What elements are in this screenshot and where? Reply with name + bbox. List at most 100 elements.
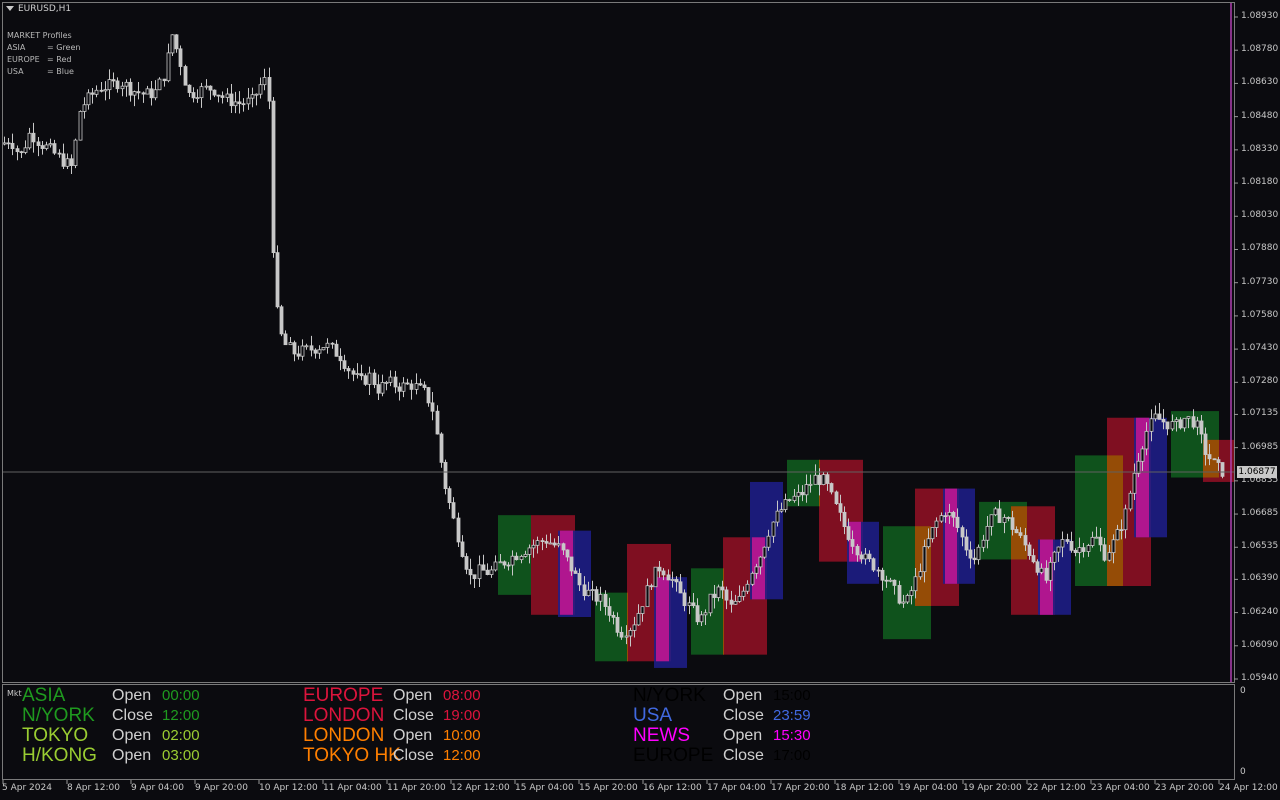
- candle-body: [183, 66, 188, 86]
- price-label: 1.08180: [1241, 177, 1279, 188]
- candle-body: [888, 579, 893, 582]
- candle-body: [1186, 416, 1191, 419]
- session-action: Open: [112, 747, 152, 764]
- candle-body: [128, 81, 133, 96]
- candle-body: [292, 342, 297, 355]
- candle-body: [313, 349, 318, 354]
- candle-body: [393, 376, 398, 388]
- session-action: Open: [393, 687, 433, 704]
- candle-body: [779, 509, 784, 512]
- candle-body: [69, 158, 74, 166]
- candle-body: [884, 579, 889, 582]
- time-label: 19 Apr 04:00: [899, 783, 958, 793]
- london-overlap-box: [723, 568, 724, 655]
- session-row: N/YORK Open 15:00: [633, 686, 833, 706]
- candle-body: [426, 387, 431, 404]
- session-time: 10:00: [443, 727, 481, 744]
- candle-body: [771, 521, 776, 537]
- candle-body: [792, 495, 797, 501]
- candle-body: [65, 158, 70, 167]
- candle-body: [981, 539, 986, 548]
- candle-body: [565, 549, 570, 558]
- session-name: H/KONG: [22, 745, 97, 766]
- candle-body: [275, 252, 280, 308]
- time-label: 5 Apr 2024: [2, 783, 52, 793]
- session-name: LONDON: [303, 705, 385, 726]
- session-time: 00:00: [162, 687, 200, 704]
- candle-body: [821, 474, 826, 485]
- indicator-scale-bottom: 0: [1240, 767, 1246, 777]
- candle-body: [636, 613, 641, 626]
- candle-body: [103, 89, 108, 92]
- candle-body: [1069, 541, 1074, 551]
- session-row: ASIA Open 00:00: [22, 686, 222, 706]
- candle-body: [162, 78, 167, 82]
- price-label: 1.06685: [1241, 508, 1279, 519]
- session-name: TOKYO: [22, 725, 89, 746]
- candle-body: [850, 539, 855, 547]
- london-overlap-box: [1107, 455, 1123, 587]
- candle-body: [82, 104, 87, 112]
- candle-body: [376, 384, 381, 394]
- candle-body: [922, 546, 927, 573]
- candle-body: [52, 143, 57, 154]
- symbol-label: EURUSD,H1: [18, 4, 72, 14]
- candle-body: [892, 579, 897, 586]
- candle-body: [99, 89, 104, 92]
- candle-body: [468, 568, 473, 576]
- candle-body: [141, 92, 146, 95]
- chart-title[interactable]: EURUSD,H1: [6, 4, 71, 14]
- candle-body: [1102, 544, 1107, 561]
- candle-body: [346, 368, 351, 372]
- candle-body: [712, 593, 717, 598]
- price-label: 1.06535: [1241, 541, 1279, 552]
- candle-body: [401, 382, 406, 392]
- candle-body: [1178, 419, 1183, 429]
- candle-body: [1018, 532, 1023, 536]
- price-label: 1.08780: [1241, 44, 1279, 55]
- candle-body: [1132, 472, 1137, 494]
- candle-body: [1111, 539, 1116, 554]
- session-name: ASIA: [22, 685, 66, 706]
- candle-body: [204, 85, 209, 88]
- candle-body: [229, 93, 234, 107]
- candle-body: [951, 511, 956, 518]
- candle-body: [569, 556, 574, 572]
- price-label: 1.05940: [1241, 673, 1279, 683]
- candle-body: [939, 515, 944, 522]
- candle-body: [435, 410, 440, 435]
- candle-body: [166, 52, 171, 82]
- candle-body: [397, 386, 402, 392]
- candle-body: [976, 546, 981, 561]
- candle-body: [829, 483, 834, 493]
- price-chart[interactable]: [0, 0, 1280, 800]
- time-label: 19 Apr 20:00: [963, 783, 1022, 793]
- triangle-down-icon[interactable]: [6, 6, 14, 11]
- session-time: 03:00: [162, 747, 200, 764]
- candle-body: [212, 89, 217, 96]
- session-row: EUROPE Open 08:00: [303, 686, 503, 706]
- candle-body: [615, 616, 620, 633]
- candle-body: [460, 541, 465, 557]
- candle-body: [107, 79, 112, 91]
- candle-body: [1153, 413, 1158, 420]
- candle-body: [94, 89, 99, 95]
- candle-body: [993, 508, 998, 516]
- time-label: 18 Apr 12:00: [835, 783, 894, 793]
- candle-body: [325, 342, 330, 348]
- candle-body: [304, 345, 309, 348]
- candle-body: [36, 141, 41, 146]
- session-name: LONDON: [303, 725, 385, 746]
- candle-body: [594, 589, 599, 602]
- candle-body: [309, 345, 314, 351]
- candle-body: [447, 488, 452, 504]
- candle-body: [1052, 551, 1057, 563]
- current-price-badge: 1.06877: [1237, 466, 1277, 478]
- candle-body: [640, 606, 645, 614]
- candle-body: [439, 433, 444, 463]
- candle-body: [451, 502, 456, 519]
- candle-body: [619, 631, 624, 638]
- session-action: Open: [723, 727, 763, 744]
- news-overlap-box: [945, 488, 957, 584]
- candle-body: [489, 569, 494, 575]
